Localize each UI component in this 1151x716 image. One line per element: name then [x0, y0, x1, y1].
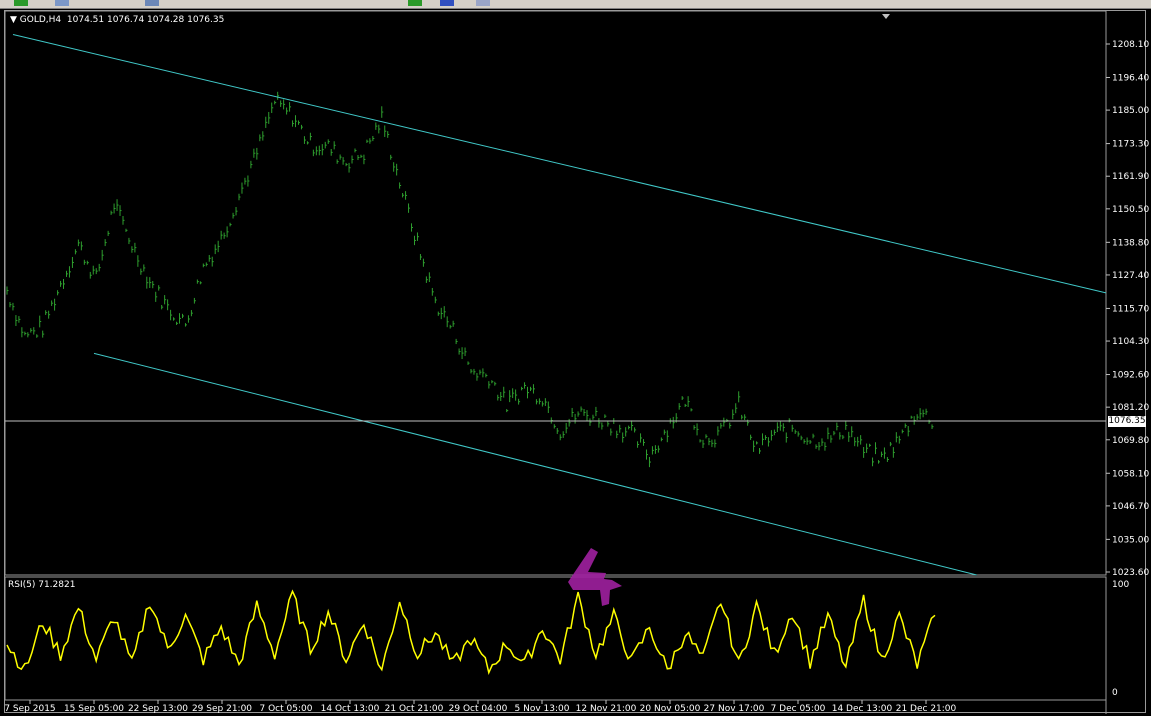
price-axis-label: 1046.70 — [1112, 502, 1149, 512]
price-axis-label: 1081.20 — [1112, 403, 1149, 413]
time-axis-label: 7 Dec 05:00 — [771, 704, 826, 714]
price-axis-label: 1185.00 — [1112, 106, 1149, 116]
lower-channel-line — [93, 352, 977, 576]
time-axis-label: 7 Oct 05:00 — [260, 704, 313, 714]
time-axis-label: 27 Nov 17:00 — [704, 704, 765, 714]
price-axis-label: 1208.10 — [1112, 40, 1149, 50]
current-price-tag: 1076.35 — [1108, 416, 1146, 428]
price-axis-label: 1173.30 — [1112, 140, 1149, 150]
chart-shift-marker — [882, 14, 890, 19]
time-axis-label: 20 Nov 05:00 — [640, 704, 701, 714]
price-axis-label: 1069.80 — [1112, 436, 1149, 446]
rsi-label: RSI(5) 71.2821 — [8, 580, 76, 590]
chart-svg: 1208.10 1196.40 1185.00 1173.30 1161.90 1150.… — [4, 10, 1149, 714]
price-axis-label: 1058.10 — [1112, 469, 1149, 479]
price-axis-label: 1035.00 — [1112, 535, 1149, 545]
time-axis-label: 5 Nov 13:00 — [515, 704, 570, 714]
time-axis-label: 12 Nov 21:00 — [576, 704, 637, 714]
symbol-header: ▼ GOLD,H4 1074.51 1076.74 1074.28 1076.3… — [10, 15, 225, 25]
rsi-min-label: 0 — [1112, 688, 1118, 698]
time-axis-label: 21 Oct 21:00 — [385, 704, 444, 714]
time-axis-label: 7 Sep 2015 — [4, 704, 55, 714]
price-axis-label: 1161.90 — [1112, 172, 1149, 182]
time-axis-label: 21 Dec 21:00 — [896, 704, 957, 714]
price-axis-label: 1150.50 — [1112, 205, 1149, 215]
symbol-name: GOLD,H4 — [19, 15, 62, 25]
time-axis-label: 29 Oct 04:00 — [449, 704, 508, 714]
price-axis-label: 1115.70 — [1112, 304, 1149, 314]
price-panel-border — [4, 10, 1107, 576]
time-axis-label: 22 Sep 13:00 — [128, 704, 188, 714]
time-axis-label: 14 Oct 13:00 — [321, 704, 380, 714]
price-axis-label: 1127.40 — [1112, 271, 1149, 281]
price-axis-label: 1023.60 — [1112, 568, 1149, 578]
price-axis-label: 1138.80 — [1112, 238, 1149, 248]
upper-channel-line — [12, 34, 1107, 294]
price-axis-label: 1196.40 — [1112, 73, 1149, 83]
price-axis-label: 1104.30 — [1112, 337, 1149, 347]
rsi-max-label: 100 — [1112, 580, 1129, 590]
time-axis-label: 29 Sep 21:00 — [192, 704, 252, 714]
price-axis-label: 1092.60 — [1112, 371, 1149, 381]
time-axis-label: 15 Sep 05:00 — [64, 704, 124, 714]
rsi-line — [6, 589, 936, 676]
rsi-panel-border — [4, 576, 1107, 701]
ohlc-values: 1074.51 1076.74 1074.28 1076.35 — [66, 15, 225, 25]
time-axis-label: 14 Dec 13:00 — [832, 704, 893, 714]
